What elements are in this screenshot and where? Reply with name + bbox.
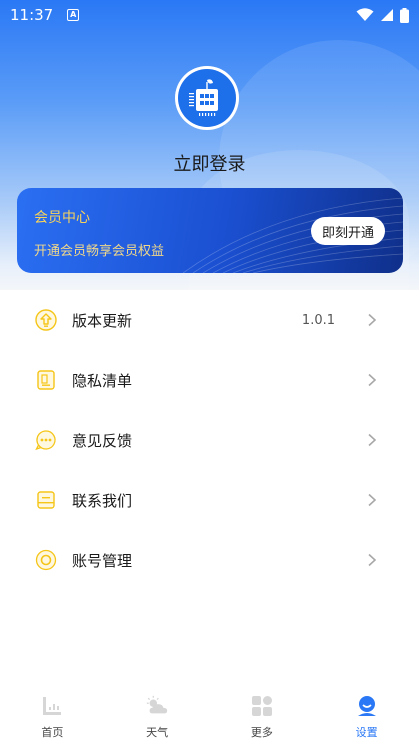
tab-home[interactable]: 首页 [0,686,105,746]
contact-card-icon [34,488,58,512]
open-membership-button[interactable]: 即刻开通 [311,217,385,245]
document-icon [34,368,58,392]
menu-item-privacy[interactable]: 隐私清单 [0,350,419,410]
menu-item-label: 隐私清单 [72,371,133,390]
account-ring-icon [34,548,58,572]
chevron-right-icon [368,373,377,387]
status-icons [356,7,409,23]
battery-icon [400,7,409,23]
user-icon [355,694,379,718]
status-bar: 11:37 A [0,0,419,30]
menu-item-label: 版本更新 [72,311,133,330]
weather-icon [145,694,169,718]
menu-item-feedback[interactable]: 意见反馈 [0,410,419,470]
home-icon [40,694,64,718]
chat-bubble-icon [34,428,58,452]
wifi-icon [356,8,374,21]
upgrade-icon [34,308,58,332]
tab-label: 更多 [250,726,273,739]
menu-item-contact[interactable]: 联系我们 [0,470,419,530]
chevron-right-icon [368,433,377,447]
menu-item-label: 意见反馈 [72,431,133,450]
version-value: 1.0.1 [301,312,335,328]
member-center-card[interactable]: 会员中心 开通会员畅享会员权益 即刻开通 [17,188,403,273]
grid-icon [250,694,274,718]
signal-icon [381,9,393,21]
chevron-right-icon [368,313,377,327]
notification-icon: A [67,9,80,21]
chevron-right-icon [368,493,377,507]
bottom-tab-bar: 首页 天气 更多 设置 [0,686,419,746]
tab-settings[interactable]: 设置 [314,686,419,746]
tab-weather[interactable]: 天气 [105,686,210,746]
tab-label: 首页 [41,726,64,739]
member-subtitle: 开通会员畅享会员权益 [34,244,165,259]
menu-item-label: 联系我们 [72,491,133,510]
avatar-building-icon [178,69,236,127]
tab-label: 设置 [355,726,378,739]
status-time: 11:37 [10,6,54,24]
member-title: 会员中心 [34,210,90,226]
tab-label: 天气 [146,726,169,739]
chevron-right-icon [368,553,377,567]
menu-item-version[interactable]: 版本更新 1.0.1 [0,290,419,350]
avatar[interactable] [175,66,239,130]
menu-item-account[interactable]: 账号管理 [0,530,419,590]
tab-more[interactable]: 更多 [210,686,315,746]
login-link[interactable]: 立即登录 [0,150,419,176]
menu-item-label: 账号管理 [72,551,133,570]
